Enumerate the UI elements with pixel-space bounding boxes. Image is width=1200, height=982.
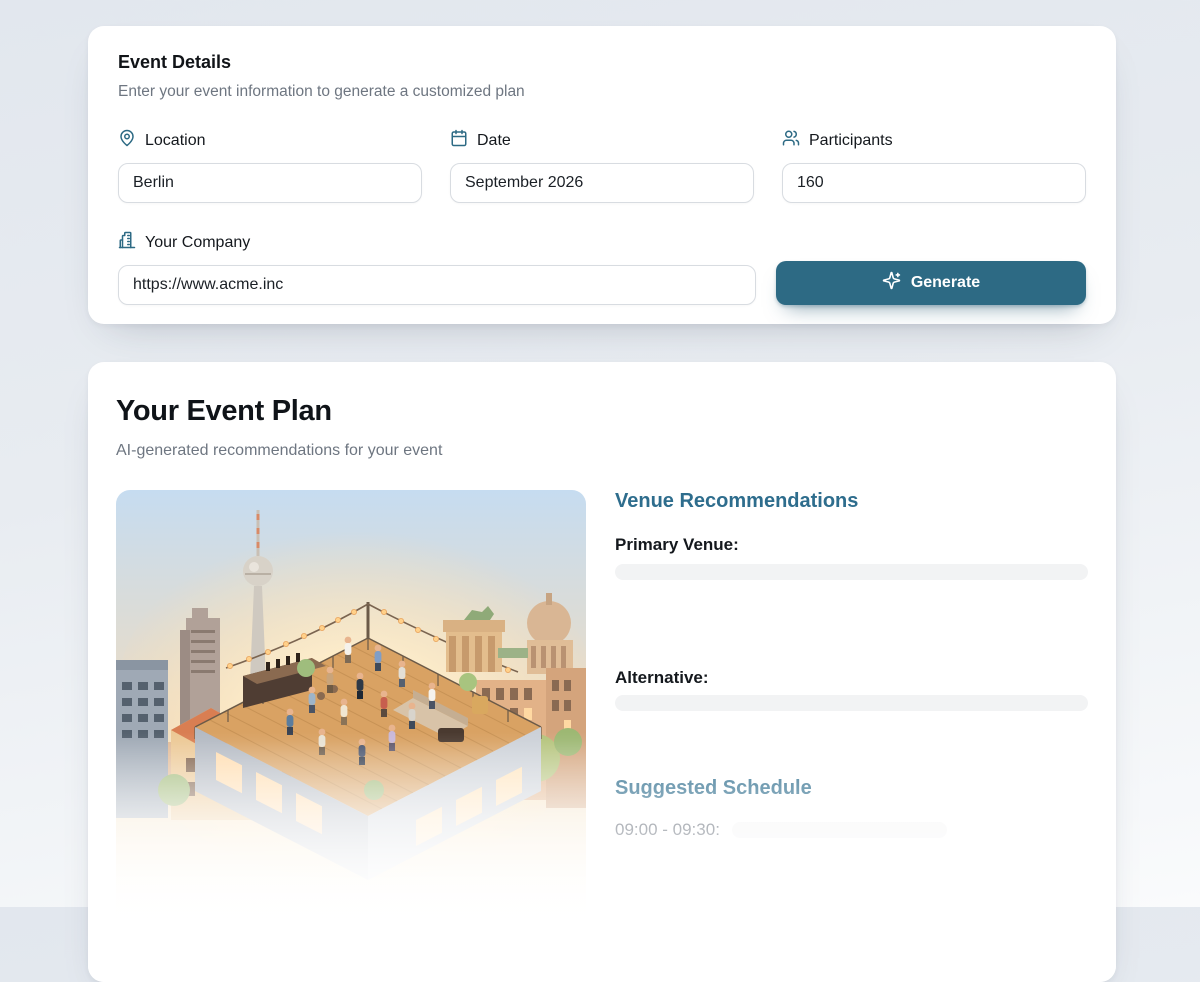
company-input[interactable] [118,265,756,305]
generate-button[interactable]: Generate [776,261,1086,305]
date-input[interactable] [450,163,754,203]
map-pin-icon [118,129,136,152]
location-field-group: Location [118,129,422,203]
venue-recommendations-heading: Venue Recommendations [615,490,1088,513]
primary-venue-loading-bar [615,564,1088,580]
alternative-venue-loading-bar [615,695,1088,711]
company-label: Your Company [145,234,250,252]
location-input[interactable] [118,163,422,203]
generate-button-label: Generate [911,274,980,292]
date-label: Date [477,132,511,150]
schedule-slot-row: 09:00 - 09:30: [615,820,1088,840]
participants-field-group: Participants [782,129,1086,203]
date-field-group: Date [450,129,754,203]
users-icon [782,129,800,152]
schedule-slot-time: 09:00 - 09:30: [615,820,720,840]
schedule-slot-loading-bar [732,822,947,838]
event-details-card: Event Details Enter your event informati… [88,26,1116,324]
primary-venue-label: Primary Venue: [615,535,1088,555]
company-field-group: Your Company [118,231,756,305]
alternative-venue-label: Alternative: [615,668,1088,688]
rooftop-event-illustration [116,490,586,982]
event-plan-subtitle: AI-generated recommendations for your ev… [116,442,1088,460]
participants-label: Participants [809,132,893,150]
event-plan-title: Your Event Plan [116,395,1088,428]
event-plan-card: Your Event Plan AI-generated recommendat… [88,362,1116,982]
company-row: Your Company Generate [118,231,1086,305]
location-label: Location [145,132,206,150]
calendar-icon [450,129,468,152]
plan-results-column: Venue Recommendations Primary Venue: Alt… [615,490,1088,982]
event-fields-row: Location Date Participants [118,129,1086,203]
building-icon [118,231,136,254]
participants-input[interactable] [782,163,1086,203]
event-details-subtitle: Enter your event information to generate… [118,83,1086,101]
sparkles-icon [882,271,901,295]
event-details-title: Event Details [118,52,1086,73]
suggested-schedule-heading: Suggested Schedule [615,777,1088,800]
